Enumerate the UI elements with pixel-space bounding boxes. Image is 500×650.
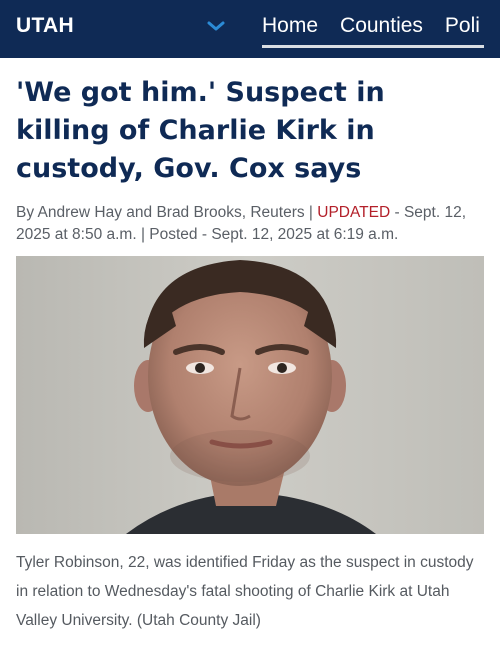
photo-caption: Tyler Robinson, 22, was identified Frida… [16,554,474,629]
chevron-down-icon[interactable] [206,18,226,34]
nav-item-counties[interactable]: Counties [340,14,423,38]
article-byline: By Andrew Hay and Brad Brooks, Reuters |… [16,202,491,246]
nav-item-home[interactable]: Home [262,14,318,38]
nav-menu: Home Counties Poli [262,14,500,38]
top-navigation-bar: UTAH Home Counties Poli [0,0,500,58]
article-photo[interactable] [16,256,484,534]
nav-underline [262,45,484,48]
article-headline: 'We got him.' Suspect in killing of Char… [16,77,385,184]
nav-item-politics[interactable]: Poli [445,14,480,38]
posted-time: Posted - Sept. 12, 2025 at 6:19 a.m. [149,226,399,243]
mugshot-image [16,256,484,534]
byline-authors: By Andrew Hay and Brad Brooks, Reuters | [16,204,313,221]
updated-label: UPDATED [317,204,391,221]
site-brand-utah[interactable]: UTAH [16,14,74,38]
